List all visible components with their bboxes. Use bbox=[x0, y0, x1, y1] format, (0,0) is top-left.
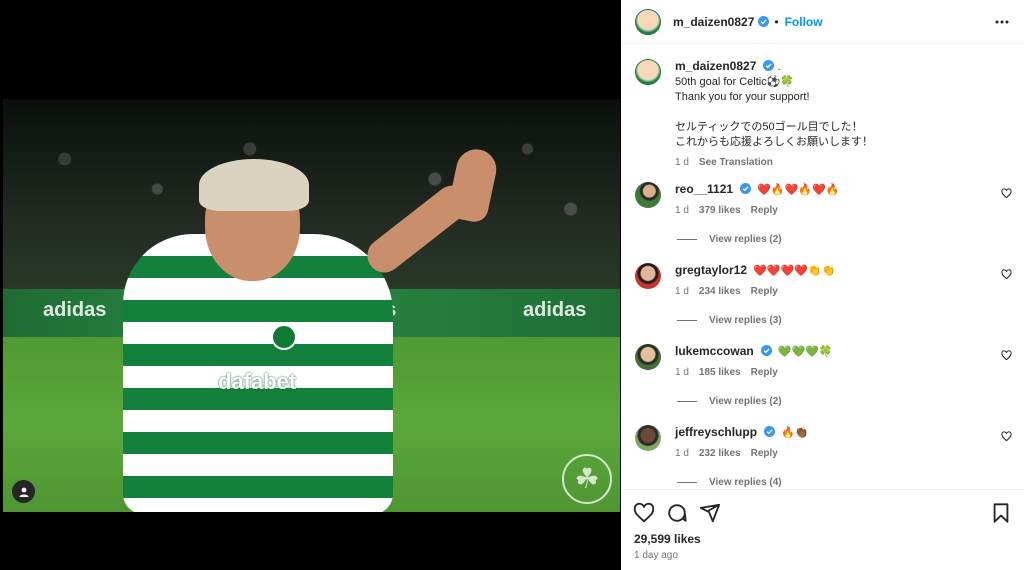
comment-text: ❤️🔥❤️🔥❤️🔥 bbox=[757, 184, 840, 196]
view-replies-button[interactable]: View replies (2) bbox=[677, 396, 1024, 407]
verified-badge-icon bbox=[740, 183, 752, 194]
comment-body: reo__1121 ❤️🔥❤️🔥❤️🔥 1 d 379 likes Reply bbox=[675, 182, 975, 218]
comment-text: ❤️❤️❤️❤️👏👏 bbox=[753, 265, 836, 277]
comment-username[interactable]: jeffreyschlupp bbox=[675, 425, 757, 439]
view-replies-button[interactable]: View replies (4) bbox=[677, 477, 1024, 488]
verified-badge-icon bbox=[763, 60, 775, 71]
verified-badge-icon bbox=[760, 345, 772, 356]
view-replies-label: View replies (3) bbox=[709, 315, 782, 326]
view-replies-button[interactable]: View replies (3) bbox=[677, 315, 1024, 326]
reply-button[interactable]: Reply bbox=[751, 203, 778, 218]
player-hand bbox=[445, 145, 501, 225]
author-username[interactable]: m_daizen0827 bbox=[673, 15, 754, 29]
list-item: lukemccowan 💚💚💚🍀 1 d 185 likes Reply bbox=[621, 344, 1024, 380]
like-count[interactable]: 29,599 likes bbox=[621, 524, 1024, 546]
comment-time[interactable]: 1 d bbox=[675, 284, 689, 299]
verified-badge-icon bbox=[764, 426, 776, 437]
list-item: jeffreyschlupp 🔥👏🏾 1 d 232 likes Reply bbox=[621, 425, 1024, 461]
post-actions: 29,599 likes 1 day ago bbox=[621, 489, 1024, 570]
comment-likes[interactable]: 232 likes bbox=[699, 446, 741, 461]
comment-time[interactable]: 1 d bbox=[675, 203, 689, 218]
verified-badge-icon bbox=[758, 16, 770, 27]
avatar[interactable] bbox=[635, 263, 661, 289]
photo-player: dafabet bbox=[123, 139, 523, 512]
reply-button[interactable]: Reply bbox=[751, 365, 778, 380]
view-replies-line bbox=[677, 401, 697, 402]
heart-icon[interactable] bbox=[1001, 431, 1012, 442]
comment-username[interactable]: reo__1121 bbox=[675, 182, 733, 196]
comment-meta: 1 d 232 likes Reply bbox=[675, 446, 975, 461]
heart-icon[interactable] bbox=[1001, 269, 1012, 280]
comment-username[interactable]: lukemccowan bbox=[675, 344, 754, 358]
list-item: gregtaylor12 ❤️❤️❤️❤️👏👏 1 d 234 likes Re… bbox=[621, 263, 1024, 299]
bookmark-icon[interactable] bbox=[990, 502, 1012, 524]
comment-meta: 1 d 234 likes Reply bbox=[675, 284, 975, 299]
post-header: m_daizen0827 • Follow bbox=[621, 0, 1024, 44]
view-replies-line bbox=[677, 239, 697, 240]
media-panel: adidas adidas adidas dafabet bbox=[0, 0, 621, 570]
adboard-text: adidas bbox=[523, 299, 587, 321]
comment-meta: 1 d 185 likes Reply bbox=[675, 365, 975, 380]
comment-body: jeffreyschlupp 🔥👏🏾 1 d 232 likes Reply bbox=[675, 425, 975, 461]
caption-line: これからも応援よろしくお願いします！ bbox=[675, 136, 873, 148]
shirt-sponsor: dafabet bbox=[218, 369, 297, 394]
comment-username[interactable]: gregtaylor12 bbox=[675, 263, 747, 277]
heart-icon[interactable] bbox=[1001, 350, 1012, 361]
heart-icon[interactable] bbox=[1001, 188, 1012, 199]
caption-line: Thank you for your support! bbox=[675, 91, 810, 103]
comment-text: 💚💚💚🍀 bbox=[777, 346, 833, 358]
view-replies-label: View replies (2) bbox=[709, 396, 782, 407]
avatar[interactable] bbox=[635, 182, 661, 208]
follow-button[interactable]: Follow bbox=[785, 15, 823, 29]
comment-body: gregtaylor12 ❤️❤️❤️❤️👏👏 1 d 234 likes Re… bbox=[675, 263, 975, 299]
view-replies-label: View replies (4) bbox=[709, 477, 782, 488]
reply-button[interactable]: Reply bbox=[751, 446, 778, 461]
comment-text: 🔥👏🏾 bbox=[781, 427, 809, 439]
comment-icon[interactable] bbox=[666, 502, 688, 524]
comment-likes[interactable]: 234 likes bbox=[699, 284, 741, 299]
more-options-icon[interactable] bbox=[994, 14, 1010, 30]
adboard-text: adidas bbox=[43, 299, 107, 321]
list-item: reo__1121 ❤️🔥❤️🔥❤️🔥 1 d 379 likes Reply bbox=[621, 182, 1024, 218]
caption-time[interactable]: 1 d bbox=[675, 155, 689, 170]
caption-line: 50th goal for Celtic⚽️🍀 bbox=[675, 76, 795, 88]
view-replies-button[interactable]: View replies (2) bbox=[677, 234, 1024, 245]
comment-meta: 1 d 379 likes Reply bbox=[675, 203, 975, 218]
view-replies-line bbox=[677, 320, 697, 321]
player-hair bbox=[199, 159, 309, 211]
comment-time[interactable]: 1 d bbox=[675, 446, 689, 461]
caption-body: m_daizen0827 . 50th goal for Celtic⚽️🍀 T… bbox=[675, 59, 873, 170]
post-modal: adidas adidas adidas dafabet bbox=[0, 0, 1024, 570]
avatar[interactable] bbox=[635, 59, 661, 85]
caption-line: セルティックでの50ゴール目でした！ bbox=[675, 121, 863, 133]
action-bar bbox=[621, 490, 1024, 524]
caption-trailing: . bbox=[777, 61, 781, 73]
view-replies-line bbox=[677, 482, 697, 483]
view-replies-label: View replies (2) bbox=[709, 234, 782, 245]
post-photo[interactable]: adidas adidas adidas dafabet bbox=[3, 99, 620, 512]
avatar[interactable] bbox=[635, 425, 661, 451]
caption-username[interactable]: m_daizen0827 bbox=[675, 59, 756, 73]
post-caption: m_daizen0827 . 50th goal for Celtic⚽️🍀 T… bbox=[621, 45, 1024, 170]
comment-likes[interactable]: 185 likes bbox=[699, 365, 741, 380]
see-translation-button[interactable]: See Translation bbox=[699, 155, 773, 170]
comment-likes[interactable]: 379 likes bbox=[699, 203, 741, 218]
share-icon[interactable] bbox=[699, 502, 721, 524]
post-side-panel: m_daizen0827 • Follow m_daizen0827 . 50t… bbox=[621, 0, 1024, 570]
reply-button[interactable]: Reply bbox=[751, 284, 778, 299]
separator-dot: • bbox=[774, 14, 779, 29]
comment-time[interactable]: 1 d bbox=[675, 365, 689, 380]
post-timestamp[interactable]: 1 day ago bbox=[621, 546, 1024, 561]
tagged-user-icon[interactable] bbox=[12, 480, 35, 503]
avatar[interactable] bbox=[635, 344, 661, 370]
celtic-crest-watermark bbox=[562, 454, 612, 504]
heart-icon[interactable] bbox=[633, 502, 655, 524]
comments-list[interactable]: m_daizen0827 . 50th goal for Celtic⚽️🍀 T… bbox=[621, 45, 1024, 489]
comment-body: lukemccowan 💚💚💚🍀 1 d 185 likes Reply bbox=[675, 344, 975, 380]
shirt-crest bbox=[271, 324, 297, 350]
caption-meta: 1 d See Translation bbox=[675, 155, 873, 170]
avatar[interactable] bbox=[635, 8, 661, 35]
